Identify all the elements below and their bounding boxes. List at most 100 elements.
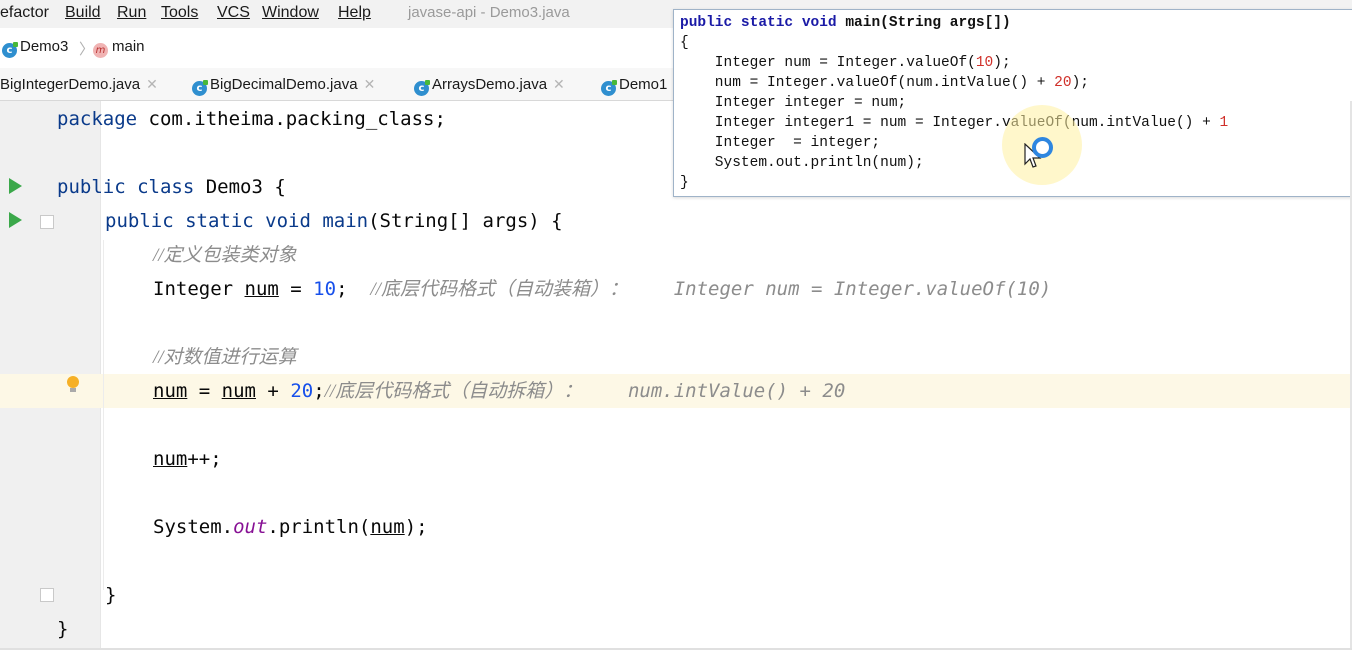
keyword: package bbox=[57, 108, 138, 130]
type-name: Integer bbox=[153, 278, 245, 300]
code-line-comment[interactable]: //对数值进行运算 bbox=[153, 340, 297, 374]
comment: //底层代码格式（自动拆箱）： bbox=[324, 381, 583, 402]
menu-help-label: Help bbox=[338, 4, 371, 21]
code-text: ); bbox=[1071, 75, 1089, 91]
comment-code: Integer num = Integer.valueOf(10) bbox=[627, 278, 1052, 300]
menu-tools-label: Tools bbox=[161, 4, 199, 21]
variable: num bbox=[153, 448, 188, 470]
code-text: ++; bbox=[187, 448, 222, 470]
code-text: Integer integer1 = num = Integer.valueOf… bbox=[680, 115, 1220, 131]
class-icon: c bbox=[192, 80, 208, 96]
breadcrumb: c Demo3 〉 m main bbox=[0, 32, 680, 62]
variable: num bbox=[221, 380, 256, 402]
close-icon[interactable]: ✕ bbox=[364, 76, 376, 92]
menu-vcs[interactable]: VCS bbox=[217, 4, 250, 22]
comment: //定义包装类对象 bbox=[153, 245, 297, 266]
chevron-right-icon: 〉 bbox=[79, 41, 95, 58]
comment-code: num.intValue() + 20 bbox=[582, 380, 846, 402]
breadcrumb-method[interactable]: m main bbox=[93, 38, 145, 58]
run-icon[interactable] bbox=[9, 178, 22, 194]
number-literal: 10 bbox=[975, 55, 994, 71]
keyword: public static void bbox=[105, 210, 311, 232]
breadcrumb-method-label: main bbox=[112, 38, 145, 55]
menu-vcs-label: VCS bbox=[217, 4, 250, 21]
class-icon: c bbox=[2, 42, 18, 58]
static-field: out bbox=[233, 516, 268, 538]
method-icon: m bbox=[93, 43, 108, 58]
code-text: num = Integer.valueOf(num.intValue() + bbox=[680, 75, 1055, 91]
code-line-comment[interactable]: //定义包装类对象 bbox=[153, 238, 297, 272]
number-literal: 10 bbox=[313, 278, 337, 300]
menu-tools[interactable]: Tools bbox=[161, 4, 198, 22]
code-line-print[interactable]: System.out.println(num); bbox=[153, 510, 428, 544]
semicolon: ; bbox=[336, 278, 371, 300]
keyword: public class bbox=[57, 176, 195, 198]
popup-line: System.out.println(num); bbox=[680, 155, 924, 171]
code-text: .println( bbox=[267, 516, 371, 538]
popup-line: Integer num = Integer.valueOf(10); bbox=[680, 53, 1011, 73]
breadcrumb-class[interactable]: c Demo3 bbox=[2, 38, 68, 58]
code-line-main[interactable]: public static void main(String[] args) { bbox=[105, 204, 563, 238]
run-icon[interactable] bbox=[9, 212, 22, 228]
tab-label: BigIntegerDemo.java bbox=[0, 76, 141, 93]
code-line-increment[interactable]: num++; bbox=[153, 442, 222, 476]
menu-run-label: Run bbox=[117, 4, 147, 21]
code-text: Integer num = Integer.valueOf( bbox=[680, 55, 976, 71]
indent-guide bbox=[103, 240, 104, 590]
close-icon[interactable]: ✕ bbox=[146, 76, 158, 92]
tab-label: BigDecimalDemo.java bbox=[210, 76, 358, 93]
menu-build-label: Build bbox=[65, 4, 101, 21]
popup-line: public static void main(String args[]) bbox=[680, 13, 1011, 33]
code-text: ); bbox=[404, 516, 428, 538]
operator: = bbox=[278, 278, 314, 300]
code-line-class[interactable]: public class Demo3 { bbox=[57, 170, 286, 204]
tab-label: ArraysDemo.java bbox=[432, 76, 548, 93]
menu-window[interactable]: Window bbox=[262, 4, 319, 22]
class-icon: c bbox=[601, 80, 617, 96]
variable: num bbox=[153, 380, 188, 402]
tab-arraysdemo[interactable]: c ArraysDemo.java ✕ bbox=[414, 76, 565, 96]
popup-line: num = Integer.valueOf(num.intValue() + 2… bbox=[680, 73, 1089, 93]
fold-icon[interactable] bbox=[40, 588, 54, 602]
menu-refactor[interactable]: efactor bbox=[0, 4, 49, 22]
menu-help[interactable]: Help bbox=[338, 4, 371, 22]
number-literal: 1 bbox=[1219, 115, 1229, 131]
code-text: Demo3 { bbox=[194, 176, 286, 198]
menu-run[interactable]: Run bbox=[117, 4, 146, 22]
fold-icon[interactable] bbox=[40, 215, 54, 229]
popup-line: } bbox=[680, 175, 689, 191]
tab-label: Demo1 bbox=[619, 76, 668, 93]
code-line-close-method[interactable]: } bbox=[105, 578, 116, 612]
variable: num bbox=[370, 516, 405, 538]
click-indicator-icon bbox=[1032, 137, 1053, 158]
variable: num bbox=[244, 278, 279, 300]
close-icon[interactable]: ✕ bbox=[553, 76, 565, 92]
menu-build[interactable]: Build bbox=[65, 4, 101, 22]
tab-bigdecimaldemo[interactable]: c BigDecimalDemo.java ✕ bbox=[192, 76, 375, 96]
closing-brace: } bbox=[57, 618, 69, 640]
comment: //对数值进行运算 bbox=[153, 347, 297, 368]
code-text: com.itheima.packing_class; bbox=[137, 108, 446, 130]
code-text: (String[] args) { bbox=[368, 210, 563, 232]
closing-brace: } bbox=[105, 584, 117, 606]
popup-line: Integer = integer; bbox=[680, 135, 881, 151]
operator: = bbox=[187, 380, 222, 402]
semicolon: ; bbox=[313, 380, 325, 402]
code-line-assign[interactable]: num = num + 20;//底层代码格式（自动拆箱）： num.intVa… bbox=[153, 374, 845, 408]
menu-window-label: Window bbox=[262, 4, 319, 21]
code-line-declare[interactable]: Integer num = 10; //底层代码格式（自动装箱）： Intege… bbox=[153, 272, 1051, 306]
popup-line: { bbox=[680, 35, 689, 51]
code-text: ); bbox=[993, 55, 1011, 71]
code-text: System. bbox=[153, 516, 234, 538]
lightbulb-icon[interactable] bbox=[67, 376, 79, 392]
breadcrumb-class-label: Demo3 bbox=[20, 38, 69, 55]
tab-bigintegerdemo[interactable]: BigIntegerDemo.java ✕ bbox=[0, 76, 158, 93]
number-literal: 20 bbox=[1054, 75, 1072, 91]
code-text: main(String args[]) bbox=[836, 15, 1011, 31]
popup-line: Integer integer = num; bbox=[680, 95, 907, 111]
code-line-close-class[interactable]: } bbox=[57, 612, 68, 646]
keyword: public static void bbox=[680, 15, 837, 31]
tab-demo1[interactable]: c Demo1 bbox=[601, 76, 667, 96]
operator: + bbox=[255, 380, 291, 402]
code-line-package[interactable]: package com.itheima.packing_class; bbox=[57, 102, 446, 136]
